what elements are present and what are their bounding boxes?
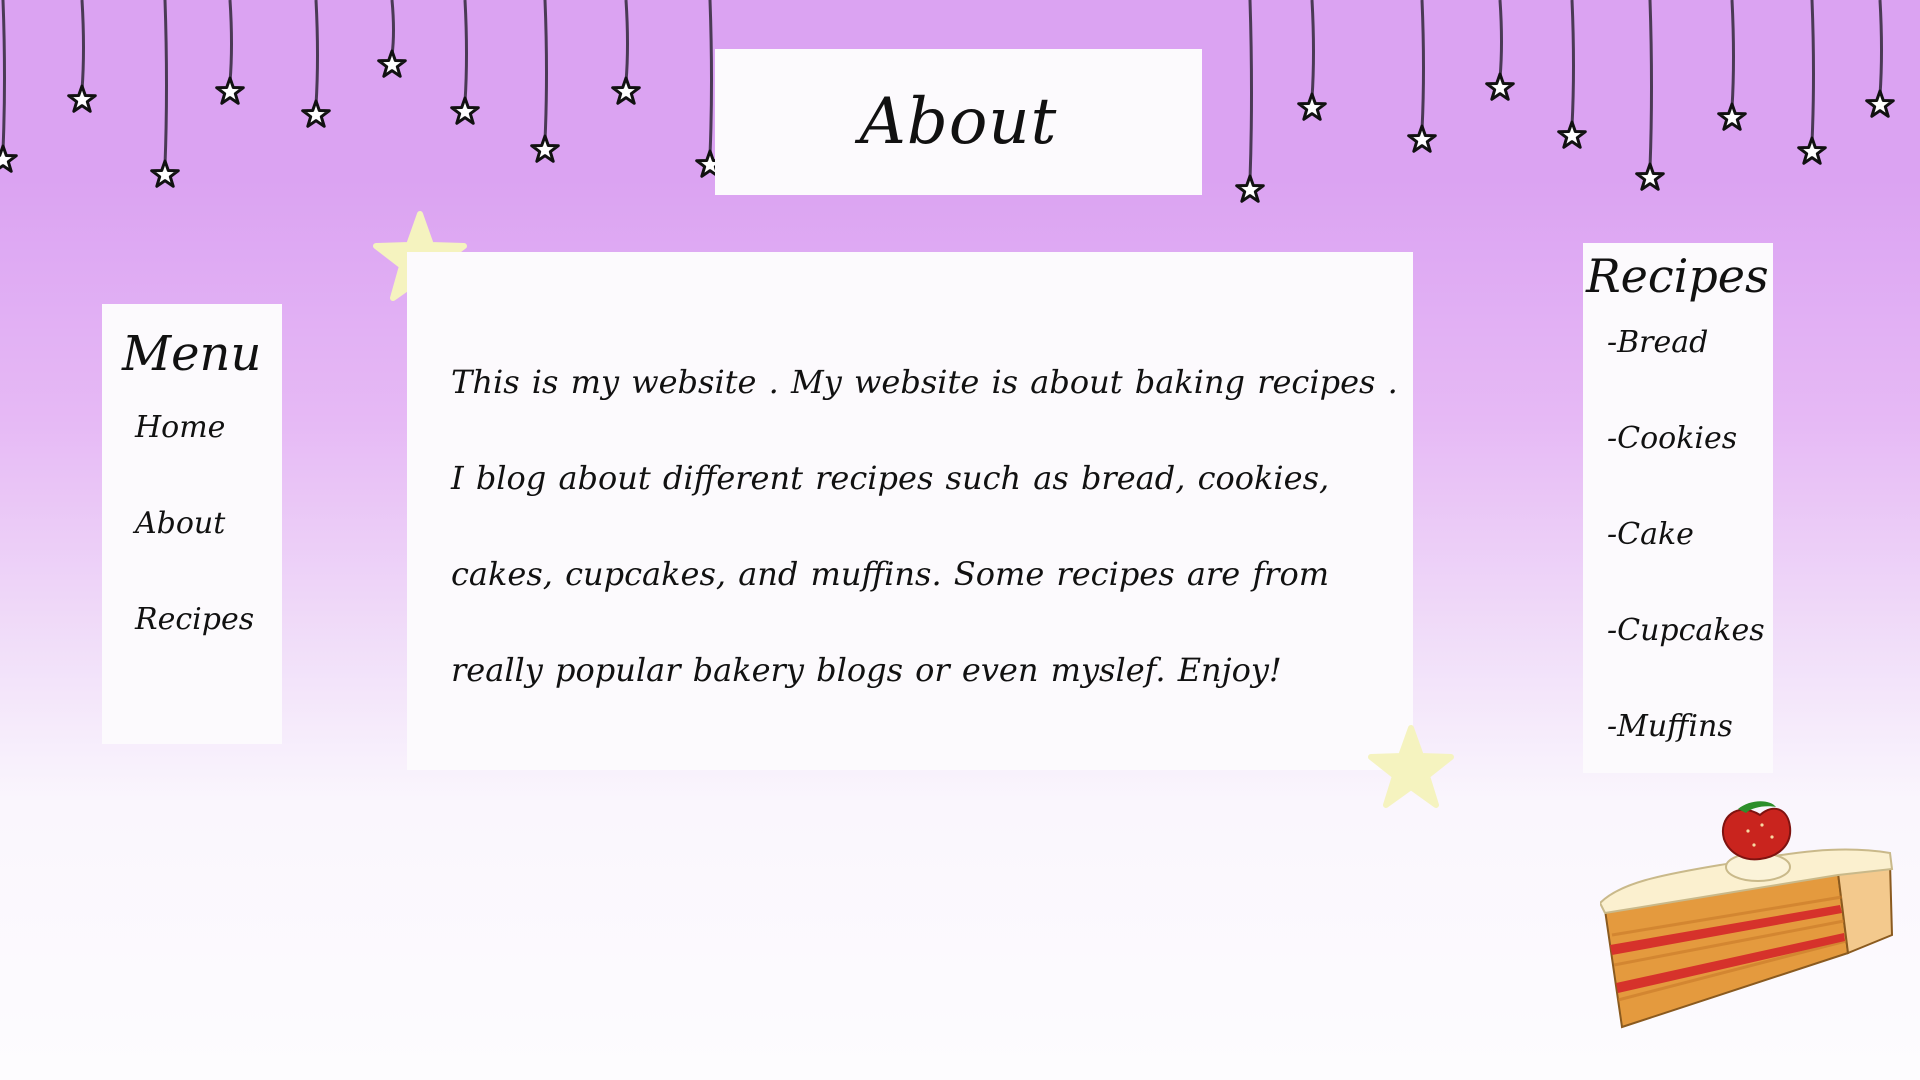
- hanging-star-icon: [1797, 136, 1827, 165]
- hanging-star-icon: [1717, 102, 1747, 131]
- menu-panel: Menu Home About Recipes: [102, 304, 282, 744]
- recipes-panel: Recipes -Bread -Cookies -Cake -Cupcakes …: [1583, 243, 1773, 773]
- hanging-star-icon: [215, 76, 245, 105]
- recipe-item-cupcakes[interactable]: -Cupcakes: [1607, 613, 1765, 648]
- about-paragraph: This is my website . My website is about…: [451, 363, 1398, 689]
- recipe-item-muffins[interactable]: -Muffins: [1607, 709, 1733, 744]
- menu-item-recipes[interactable]: Recipes: [135, 602, 254, 637]
- recipe-item-bread[interactable]: -Bread: [1607, 325, 1708, 360]
- content-panel: This is my website . My website is about…: [407, 252, 1413, 770]
- hanging-star-icon: [1635, 162, 1665, 191]
- hanging-star-icon: [1865, 89, 1895, 118]
- cake-slice-icon: [1600, 801, 1894, 1029]
- hanging-star-icon: [1485, 72, 1515, 101]
- hanging-star-icon: [1297, 92, 1327, 121]
- page-title: About: [859, 85, 1058, 159]
- hanging-star-icon: [1407, 124, 1437, 153]
- menu-item-about[interactable]: About: [135, 506, 225, 541]
- hanging-star-icon: [1557, 120, 1587, 149]
- hanging-star-icon: [377, 49, 407, 78]
- hanging-star-icon: [0, 144, 18, 173]
- title-panel: About: [715, 49, 1202, 195]
- hanging-star-icon: [301, 99, 331, 128]
- hanging-star-icon: [1235, 174, 1265, 203]
- menu-heading: Menu: [122, 326, 262, 382]
- menu-item-home[interactable]: Home: [135, 410, 225, 445]
- hanging-star-icon: [611, 76, 641, 105]
- recipes-heading: Recipes: [1586, 249, 1769, 303]
- star-icon: [1368, 725, 1454, 808]
- hanging-star-icon: [150, 159, 180, 188]
- recipe-item-cookies[interactable]: -Cookies: [1607, 421, 1737, 456]
- hanging-star-icon: [67, 84, 97, 113]
- hanging-star-icon: [530, 134, 560, 163]
- hanging-star-icon: [450, 96, 480, 125]
- recipe-item-cake[interactable]: -Cake: [1607, 517, 1694, 552]
